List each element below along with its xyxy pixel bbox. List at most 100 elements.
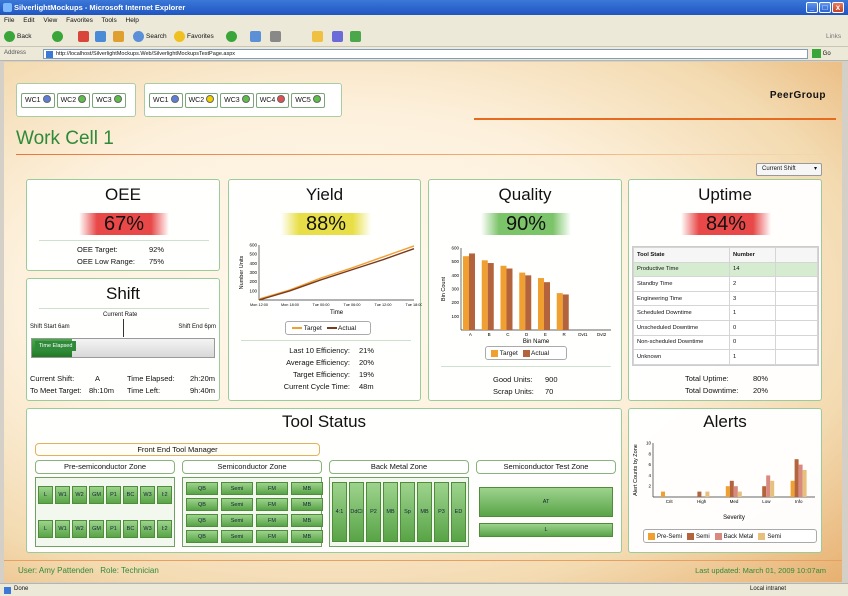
bar-actual (525, 275, 532, 330)
tool-pre-semi[interactable]: I:2 (157, 520, 172, 538)
tool-pre-semi[interactable]: L (38, 520, 53, 538)
table-row[interactable]: Productive Time 14 (633, 261, 818, 278)
tool-pre-semi[interactable]: W2 (72, 520, 87, 538)
table-row[interactable]: Scheduled Downtime 1 (633, 305, 818, 321)
maximize-button[interactable]: □ (819, 2, 831, 13)
workcell-button-wc1[interactable]: WC1 (21, 93, 55, 108)
workcell-button-wc3[interactable]: WC3 (92, 93, 126, 108)
tool-back-metal[interactable]: MB (417, 482, 432, 542)
refresh-button[interactable] (95, 31, 108, 43)
back-button[interactable]: Back (4, 31, 31, 43)
tool-back-metal[interactable]: 4:1 (332, 482, 347, 542)
history-button[interactable] (226, 31, 239, 43)
menu-edit[interactable]: Edit (23, 17, 34, 24)
col-number[interactable]: Number (729, 247, 776, 263)
table-row[interactable]: Non-scheduled Downtime 0 (633, 334, 818, 351)
tool-semi[interactable]: Semi (221, 530, 253, 543)
print-button[interactable] (270, 31, 283, 43)
workcell-button-wc1[interactable]: WC1 (149, 93, 183, 108)
tool-semi[interactable]: FM (256, 498, 288, 511)
tool-semi[interactable]: MB (291, 498, 323, 511)
table-row[interactable]: Unscheduled Downtime 0 (633, 319, 818, 336)
search-button[interactable]: Search (133, 31, 167, 43)
tool-state-table[interactable]: Tool State Number Productive Time 14 Standb… (632, 246, 819, 366)
workcell-button-wc2[interactable]: WC2 (56, 93, 91, 108)
mail-button[interactable] (250, 31, 263, 43)
links-label[interactable]: Links (826, 31, 841, 43)
front-end-tool-manager[interactable]: Front End Tool Manager (35, 443, 320, 456)
tool-semi[interactable]: Semi (221, 498, 253, 511)
menu-help[interactable]: Help (126, 17, 139, 24)
tool-semi[interactable]: Semi (221, 514, 253, 527)
tool-pre-semi[interactable]: L (38, 486, 53, 504)
menu-favorites[interactable]: Favorites (66, 17, 93, 24)
forward-button[interactable] (52, 31, 65, 43)
tool-pre-semi[interactable]: BC (123, 486, 138, 504)
tool-semi[interactable]: MB (291, 482, 323, 495)
tool-label: W3 (143, 526, 152, 532)
time-left-value: 9h:40m (189, 386, 215, 395)
tool-back-metal[interactable]: ED (451, 482, 466, 542)
tool-pre-semi[interactable]: P1 (106, 486, 121, 504)
tool-semi[interactable]: QB (186, 498, 218, 511)
tool-pre-semi[interactable]: P1 (106, 520, 121, 538)
tool-pre-semi[interactable]: I:2 (157, 486, 172, 504)
tool-back-metal[interactable]: DdCl (349, 482, 364, 542)
tool-semi[interactable]: QB (186, 482, 218, 495)
go-button[interactable]: Go (812, 49, 831, 58)
tool-semi[interactable]: MB (291, 514, 323, 527)
zone-semiconductor[interactable]: Semiconductor Zone (182, 460, 322, 474)
tool-pre-semi[interactable]: GM (89, 520, 104, 538)
menu-tools[interactable]: Tools (102, 17, 117, 24)
tool-semi[interactable]: Semi (221, 482, 253, 495)
media-icon (332, 31, 343, 42)
tool-semi[interactable]: FM (256, 530, 288, 543)
stop-button[interactable] (78, 31, 91, 43)
tool-semi[interactable]: FM (256, 514, 288, 527)
tool-semi[interactable]: MB (291, 530, 323, 543)
workcell-button-wc4[interactable]: WC4 (255, 93, 290, 108)
menu-view[interactable]: View (43, 17, 57, 24)
tool-label: MB (302, 501, 312, 508)
folder-button[interactable] (312, 31, 325, 43)
workcell-button-wc3[interactable]: WC3 (220, 93, 254, 108)
tool-semi[interactable]: QB (186, 530, 218, 543)
table-row[interactable]: Unknown 1 (633, 349, 818, 365)
tool-pre-semi[interactable]: GM (89, 486, 104, 504)
tool-test-at[interactable]: AT (479, 487, 613, 517)
zone-pre-semiconductor[interactable]: Pre-semiconductor Zone (35, 460, 175, 474)
minimize-button[interactable]: _ (806, 2, 818, 13)
menu-file[interactable]: File (4, 17, 14, 24)
tool-pre-semi[interactable]: W3 (140, 486, 155, 504)
close-button[interactable]: x (832, 2, 844, 13)
favorites-button[interactable]: Favorites (174, 31, 214, 43)
y-tick-label: 100 (451, 314, 459, 319)
table-row[interactable]: Standby Time 2 (633, 276, 818, 292)
yield-stat-value: 21% (359, 346, 375, 355)
col-tool-state[interactable]: Tool State (633, 247, 730, 263)
tool-test-l[interactable]: L (479, 523, 613, 537)
tool-pre-semi[interactable]: W1 (55, 520, 70, 538)
zone-back-metal[interactable]: Back Metal Zone (329, 460, 469, 474)
legend-actual-swatch (326, 327, 337, 330)
workcell-button-wc5[interactable]: WC5 (291, 93, 325, 108)
tool-pre-semi[interactable]: W3 (140, 520, 155, 538)
home-button[interactable] (113, 31, 126, 43)
tool-pre-semi[interactable]: BC (123, 520, 138, 538)
tool-back-metal[interactable]: P3 (434, 482, 449, 542)
tool-pre-semi[interactable]: W2 (72, 486, 87, 504)
tool-semi[interactable]: FM (256, 482, 288, 495)
table-row[interactable]: Engineering Time 3 (633, 290, 818, 307)
tool-back-metal[interactable]: MB (383, 482, 398, 542)
url-input[interactable]: http://localhost/SilverlightMockups.Web/… (43, 49, 808, 59)
shift-select[interactable]: Current Shift ▾ (756, 163, 822, 176)
zone-semiconductor-test[interactable]: Semiconductor Test Zone (476, 460, 616, 474)
workcell-button-wc2[interactable]: WC2 (184, 93, 219, 108)
tool-pre-semi[interactable]: W1 (55, 486, 70, 504)
messenger-button[interactable] (350, 31, 363, 43)
media-button[interactable] (332, 31, 345, 43)
tool-back-metal[interactable]: Sp (400, 482, 415, 542)
tool-back-metal[interactable]: P2 (366, 482, 381, 542)
y-axis-label: Alert Counts by Zone (633, 444, 639, 496)
tool-semi[interactable]: QB (186, 514, 218, 527)
